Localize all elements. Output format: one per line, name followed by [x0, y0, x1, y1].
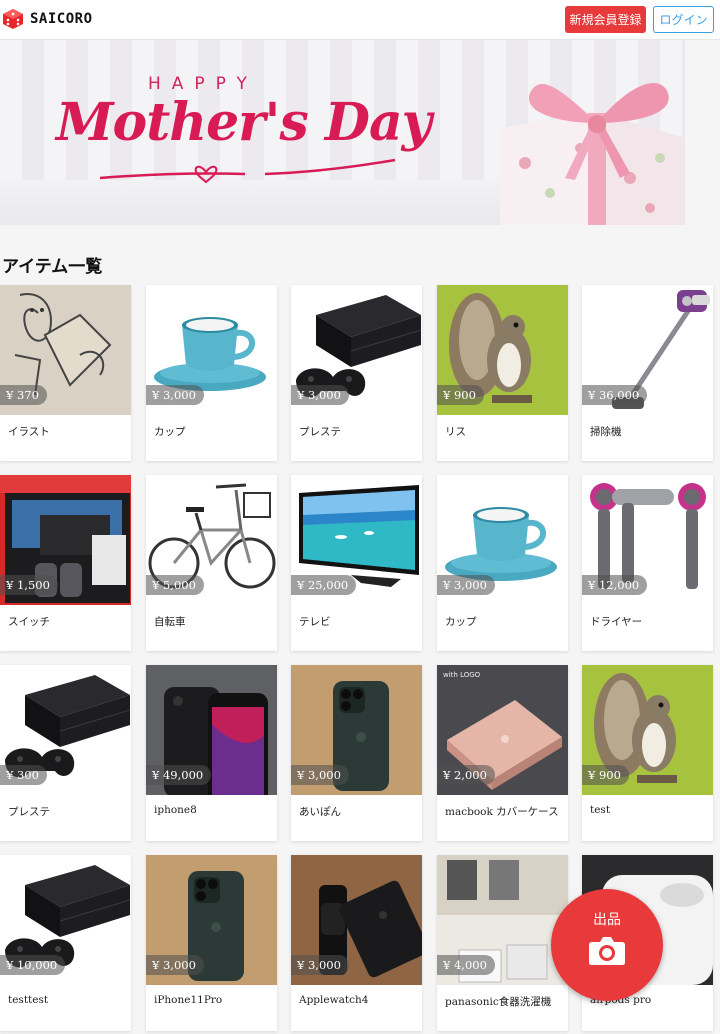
- item-card[interactable]: ¥ 49,000 iphone8: [146, 665, 277, 841]
- item-name: リス: [445, 426, 466, 438]
- item-name: プレステ: [8, 806, 50, 818]
- item-card[interactable]: ¥ 4,000 panasonic食器洗濯機: [437, 855, 568, 1031]
- item-price: ¥ 3,000: [437, 575, 495, 595]
- item-card[interactable]: ¥ 12,000 ドライヤー: [582, 475, 713, 651]
- item-price: ¥ 1,500: [0, 575, 58, 595]
- item-price: ¥ 36,000: [582, 385, 648, 405]
- item-card[interactable]: ¥ 3,000 カップ: [437, 475, 568, 651]
- item-name: イラスト: [8, 426, 50, 438]
- item-name: panasonic食器洗濯機: [445, 996, 552, 1008]
- login-button[interactable]: ログイン: [653, 6, 714, 33]
- item-name: カップ: [154, 426, 186, 438]
- app-header: SAICORO 新規会員登録 ログイン: [0, 0, 720, 40]
- item-name: macbook カバーケース: [445, 806, 559, 818]
- item-card[interactable]: ¥ 900 リス: [437, 285, 568, 461]
- item-price: ¥ 49,000: [146, 765, 212, 785]
- banner-happy-text: HAPPY: [148, 74, 258, 94]
- item-price: ¥ 25,000: [291, 575, 357, 595]
- item-name: iphone8: [154, 804, 197, 816]
- item-list-title: アイテム一覧: [2, 257, 103, 277]
- item-price: ¥ 3,000: [146, 385, 204, 405]
- item-name: 掃除機: [590, 426, 622, 438]
- item-card[interactable]: ¥ 36,000 掃除機: [582, 285, 713, 461]
- item-price: ¥ 3,000: [291, 955, 349, 975]
- gift-box-illustration: [500, 83, 685, 225]
- item-price: ¥ 12,000: [582, 575, 648, 595]
- item-card[interactable]: ¥ 10,000 testtest: [0, 855, 131, 1031]
- item-name: あいぽん: [299, 806, 341, 818]
- signup-button[interactable]: 新規会員登録: [565, 6, 646, 33]
- item-name: プレステ: [299, 426, 341, 438]
- sell-button[interactable]: 出品: [551, 889, 663, 1001]
- logo[interactable]: SAICORO: [2, 8, 93, 30]
- sell-button-label: 出品: [593, 912, 621, 928]
- item-card[interactable]: ¥ 3,000 iPhone11Pro: [146, 855, 277, 1031]
- item-name: スイッチ: [8, 616, 50, 628]
- item-price: ¥ 4,000: [437, 955, 495, 975]
- item-card[interactable]: ¥ 3,000 プレステ: [291, 285, 422, 461]
- with-logo-caption: with LOGO: [443, 671, 481, 679]
- item-price: ¥ 2,000: [437, 765, 495, 785]
- item-card[interactable]: ¥ 1,500 スイッチ: [0, 475, 131, 651]
- item-card[interactable]: ¥ 25,000 テレビ: [291, 475, 422, 651]
- mothers-day-banner[interactable]: HAPPY Mother's Day: [0, 40, 685, 225]
- item-card[interactable]: with LOGO ¥ 2,000 macbook カバーケース: [437, 665, 568, 841]
- item-price: ¥ 3,000: [291, 385, 349, 405]
- item-price: ¥ 370: [0, 385, 47, 405]
- item-price: ¥ 900: [437, 385, 484, 405]
- logo-text: SAICORO: [30, 11, 93, 27]
- item-name: testtest: [8, 994, 49, 1006]
- item-card[interactable]: ¥ 370 イラスト: [0, 285, 131, 461]
- item-name: 自転車: [154, 616, 186, 628]
- item-price: ¥ 3,000: [146, 955, 204, 975]
- item-price: ¥ 5,000: [146, 575, 204, 595]
- item-name: テレビ: [299, 616, 331, 628]
- item-name: Applewatch4: [299, 994, 369, 1006]
- item-card[interactable]: ¥ 5,000 自転車: [146, 475, 277, 651]
- item-card[interactable]: ¥ 3,000 あいぽん: [291, 665, 422, 841]
- item-card[interactable]: ¥ 3,000 カップ: [146, 285, 277, 461]
- dice-logo-icon: [3, 9, 23, 29]
- item-card[interactable]: ¥ 3,000 Applewatch4: [291, 855, 422, 1031]
- item-price: ¥ 3,000: [291, 765, 349, 785]
- item-card[interactable]: ¥ 300 プレステ: [0, 665, 131, 841]
- item-price: ¥ 900: [582, 765, 629, 785]
- item-card[interactable]: ¥ 900 test: [582, 665, 713, 841]
- camera-icon: [589, 937, 625, 965]
- item-price: ¥ 10,000: [0, 955, 66, 975]
- heart-flourish-icon: [99, 158, 396, 184]
- item-name: カップ: [445, 616, 477, 628]
- item-name: ドライヤー: [590, 616, 643, 628]
- item-name: test: [590, 804, 611, 816]
- item-price: ¥ 300: [0, 765, 47, 785]
- item-name: iPhone11Pro: [154, 994, 223, 1006]
- banner-title: Mother's Day: [56, 92, 432, 153]
